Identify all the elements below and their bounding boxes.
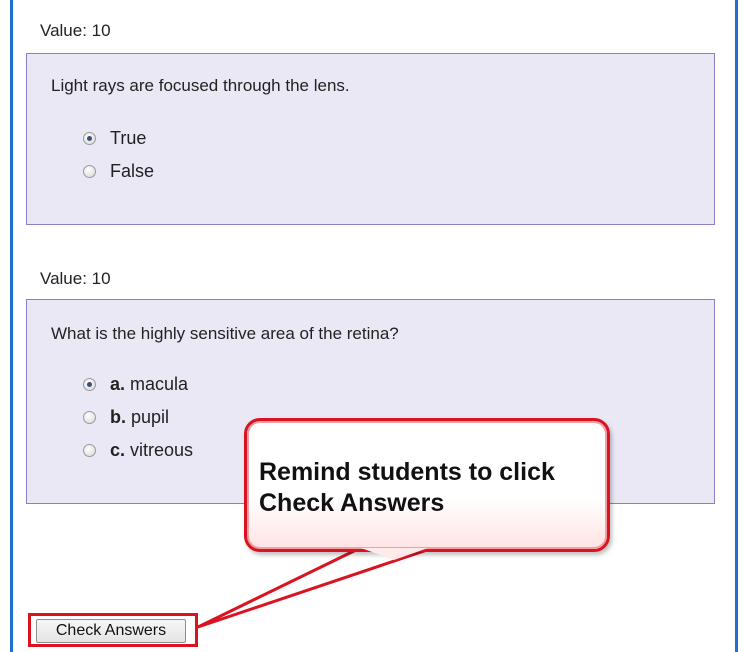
question-1-option-true[interactable]: True: [83, 128, 146, 149]
radio-unselected-icon[interactable]: [83, 444, 96, 457]
question-1-value: Value: 10: [40, 21, 111, 40]
check-answers-button[interactable]: Check Answers: [36, 619, 186, 643]
quiz-page: Value: 10 Light rays are focused through…: [0, 0, 744, 652]
option-letter: c.: [110, 440, 126, 460]
reminder-callout: Remind students to click Check Answers: [244, 418, 610, 552]
frame-left-border: [10, 0, 13, 652]
radio-selected-icon[interactable]: [83, 378, 96, 391]
option-label: vitreous: [130, 440, 194, 460]
question-1-prompt: Light rays are focused through the lens.: [51, 76, 350, 95]
question-1-option-false[interactable]: False: [83, 161, 154, 182]
question-2-prompt: What is the highly sensitive area of the…: [51, 324, 399, 343]
frame-right-border: [735, 0, 738, 652]
option-letter: a.: [110, 374, 126, 394]
option-label: False: [110, 161, 155, 181]
question-2-value: Value: 10: [40, 269, 111, 288]
question-2-option-c[interactable]: c. vitreous: [83, 440, 193, 461]
radio-unselected-icon[interactable]: [83, 165, 96, 178]
option-label: pupil: [131, 407, 170, 427]
option-label: macula: [130, 374, 189, 394]
callout-text: Remind students to click Check Answers: [259, 458, 555, 517]
check-answers-highlight: Check Answers: [28, 613, 198, 647]
question-2-option-b[interactable]: b. pupil: [83, 407, 169, 428]
radio-selected-icon[interactable]: [83, 132, 96, 145]
option-label: True: [110, 128, 147, 148]
radio-unselected-icon[interactable]: [83, 411, 96, 424]
option-letter: b.: [110, 407, 126, 427]
question-1-box: Light rays are focused through the lens.…: [26, 53, 715, 225]
question-2-option-a[interactable]: a. macula: [83, 374, 188, 395]
